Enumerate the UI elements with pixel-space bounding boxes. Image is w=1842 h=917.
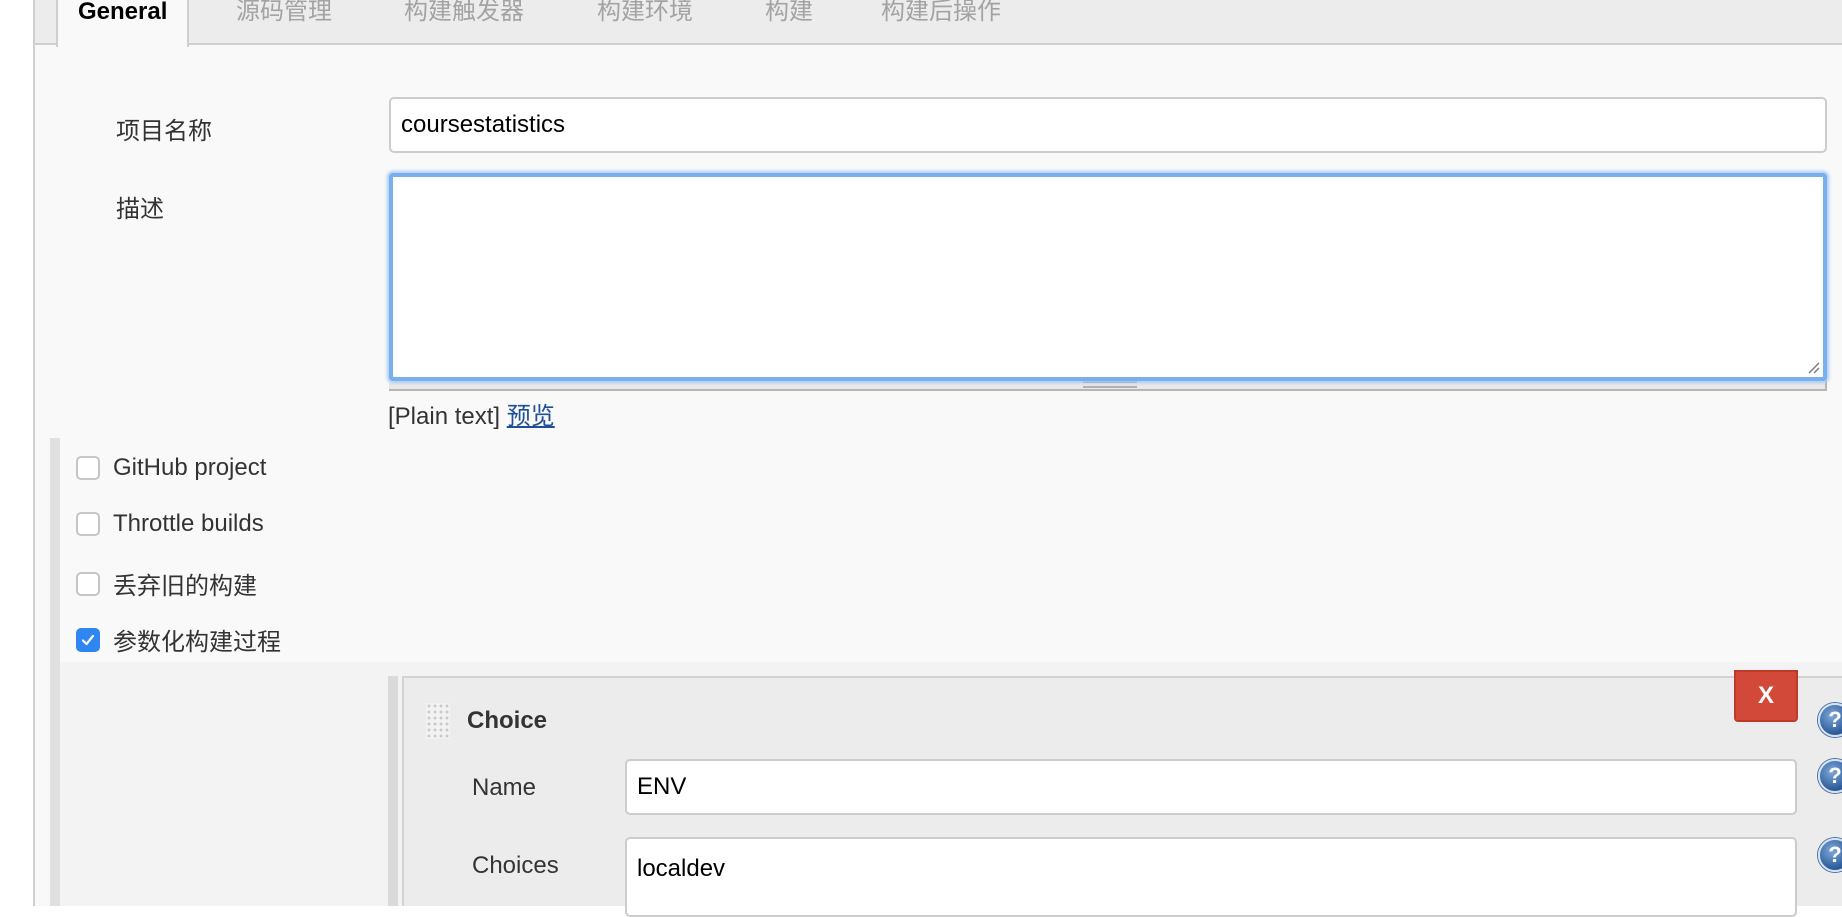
tab-build[interactable]: 构建 xyxy=(765,0,813,45)
parameter-name-input[interactable]: ENV xyxy=(625,759,1797,815)
delete-parameter-button[interactable]: X xyxy=(1734,670,1798,722)
parameterized-build-checkbox[interactable] xyxy=(76,627,100,652)
project-name-label: 项目名称 xyxy=(116,118,212,145)
drag-handle-icon[interactable] xyxy=(426,703,450,739)
parameterized-build-label: 参数化构建过程 xyxy=(113,629,281,656)
parameter-choices-value: localdev xyxy=(637,855,726,882)
parameter-choices-textarea[interactable]: localdev xyxy=(625,837,1797,917)
markup-hint: [Plain text] 预览 xyxy=(388,396,555,431)
github-project-label: GitHub project xyxy=(113,454,267,481)
tab-post-build-actions[interactable]: 构建后操作 xyxy=(881,0,1001,45)
parameter-name-label: Name xyxy=(472,774,537,801)
discard-old-builds-checkbox[interactable] xyxy=(76,571,100,596)
option-github-project[interactable]: GitHub project xyxy=(76,454,266,482)
option-discard-old-builds[interactable]: 丢弃旧的构建 xyxy=(76,566,257,601)
option-parameterized-build[interactable]: 参数化构建过程 xyxy=(76,622,281,657)
parameter-type-title: Choice xyxy=(467,707,548,734)
throttle-builds-checkbox[interactable] xyxy=(76,512,100,536)
section-gutter xyxy=(50,438,60,906)
checkmark-icon xyxy=(81,634,95,645)
parameter-choices-label: Choices xyxy=(472,852,559,879)
resize-grip-icon xyxy=(1083,381,1137,383)
tab-build-triggers[interactable]: 构建触发器 xyxy=(404,0,524,45)
tab-general-label: General xyxy=(78,0,168,25)
markup-format-text: [Plain text] xyxy=(388,403,501,430)
project-name-input[interactable]: coursestatistics xyxy=(389,97,1827,153)
parameter-name-value: ENV xyxy=(637,773,687,800)
resize-grip-icon-line xyxy=(1083,386,1137,388)
description-label: 描述 xyxy=(116,196,164,223)
tab-general[interactable]: General xyxy=(56,0,190,47)
project-name-value: coursestatistics xyxy=(401,111,566,138)
tab-source-management[interactable]: 源码管理 xyxy=(236,0,332,45)
discard-old-builds-label: 丢弃旧的构建 xyxy=(113,573,257,600)
preview-link[interactable]: 预览 xyxy=(507,403,555,430)
throttle-builds-label: Throttle builds xyxy=(113,510,264,537)
tab-build-environment[interactable]: 构建环境 xyxy=(597,0,693,45)
github-project-checkbox[interactable] xyxy=(76,456,100,480)
description-textarea[interactable] xyxy=(389,173,1827,381)
option-throttle-builds[interactable]: Throttle builds xyxy=(76,510,264,538)
parameter-gutter xyxy=(388,676,398,906)
textarea-resize-handle-icon[interactable] xyxy=(1806,360,1820,374)
